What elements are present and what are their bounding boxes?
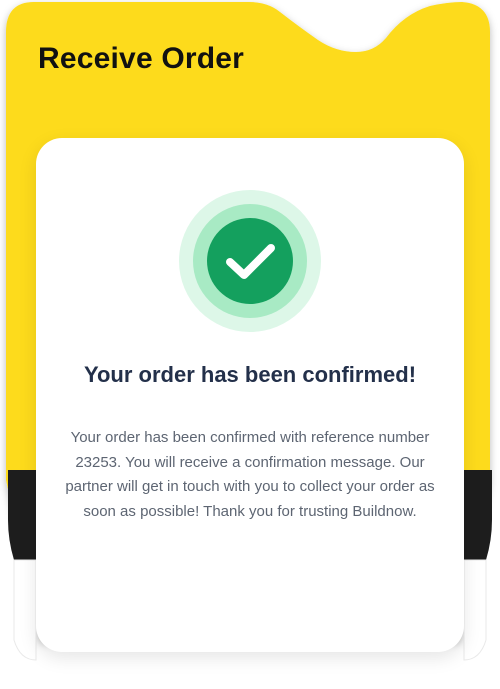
confirmation-headline: Your order has been confirmed! [83, 362, 417, 387]
check-circle-icon [179, 190, 321, 332]
confirmation-message: Your order has been confirmed with refer… [65, 429, 435, 520]
page-title: Receive Order [38, 42, 245, 75]
confirmation-card: Your order has been confirmed! Your orde… [36, 138, 464, 652]
receive-order-panel: Receive Order Your order has been confir… [0, 0, 500, 689]
